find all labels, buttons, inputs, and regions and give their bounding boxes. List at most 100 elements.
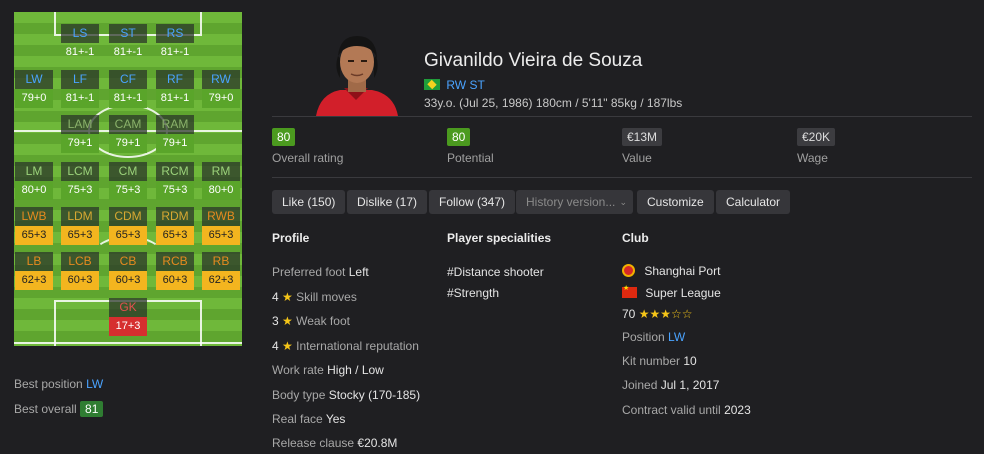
speciality-text: #Strength <box>447 286 500 300</box>
skill-moves-label: Skill moves <box>296 290 357 304</box>
position-rating: 81+-1 <box>61 89 99 108</box>
pitch-position-ldm[interactable]: LDM 65+3 <box>61 207 99 245</box>
pitch-position-rs[interactable]: RS 81+-1 <box>156 24 194 62</box>
pitch-position-rcm[interactable]: RCM 75+3 <box>156 162 194 200</box>
position-code: CF <box>109 70 147 89</box>
overall-rating-value: 80 <box>272 128 296 146</box>
pitch-position-rb[interactable]: RB 62+3 <box>202 252 240 290</box>
pitch-position-rwb[interactable]: RWB 65+3 <box>202 207 240 245</box>
club-kit-number-row: Kit number 10 <box>622 354 697 368</box>
profile-weak-foot: 3 ★ Weak foot <box>272 314 350 328</box>
speciality-item[interactable]: #Strength <box>447 286 499 300</box>
overall-rating-label: Overall rating <box>272 151 344 165</box>
weak-foot-label: Weak foot <box>296 314 350 328</box>
position-rating: 80+0 <box>15 181 53 200</box>
position-code: GK <box>109 298 147 317</box>
follow-button[interactable]: Follow (347) <box>429 190 516 214</box>
player-photo <box>310 28 402 116</box>
star-icon: ★ <box>282 290 293 304</box>
pitch-position-lb[interactable]: LB 62+3 <box>15 252 53 290</box>
position-code: LDM <box>61 207 99 226</box>
pitch-position-rdm[interactable]: RDM 65+3 <box>156 207 194 245</box>
position-rating: 65+3 <box>15 226 53 245</box>
club-rating-value: 70 <box>622 307 636 321</box>
position-code: LB <box>15 252 53 271</box>
best-position-label: Best position <box>14 377 83 391</box>
stat-wage: €20K Wage <box>797 128 836 165</box>
club-league-row[interactable]: Super League <box>622 284 721 300</box>
position-code: RCM <box>156 162 194 181</box>
profile-preferred-foot: Preferred foot Left <box>272 265 369 279</box>
speciality-text: #Distance shooter <box>447 265 544 279</box>
pitch-position-rw[interactable]: RW 79+0 <box>202 70 240 108</box>
position-code: LS <box>61 24 99 43</box>
pitch-position-cm[interactable]: CM 75+3 <box>109 162 147 200</box>
position-rating: 62+3 <box>202 271 240 290</box>
position-code: LF <box>61 70 99 89</box>
position-rating: 65+3 <box>202 226 240 245</box>
chevron-down-icon: ⌄ <box>619 197 627 207</box>
pitch-position-rm[interactable]: RM 80+0 <box>202 162 240 200</box>
pitch-position-rf[interactable]: RF 81+-1 <box>156 70 194 108</box>
wage-value: €20K <box>797 128 836 146</box>
position-rating: 79+0 <box>202 89 240 108</box>
star-outline-icon: ☆ <box>671 307 682 321</box>
stat-overall: 80 Overall rating <box>272 128 343 165</box>
pitch-position-lcm[interactable]: LCM 75+3 <box>61 162 99 200</box>
brazil-flag-icon <box>424 79 440 90</box>
profile-heading: Profile <box>272 231 310 245</box>
specialities-heading: Player specialities <box>447 231 552 245</box>
preferred-foot-label: Preferred foot <box>272 265 346 279</box>
position-rating: 65+3 <box>156 226 194 245</box>
club-heading: Club <box>622 231 649 245</box>
pitch-position-cdm[interactable]: CDM 65+3 <box>109 207 147 245</box>
like-button[interactable]: Like (150) <box>272 190 346 214</box>
position-rating: 65+3 <box>61 226 99 245</box>
position-rating: 17+3 <box>109 317 147 336</box>
position-rating: 75+3 <box>61 181 99 200</box>
dislike-button[interactable]: Dislike (17) <box>347 190 428 214</box>
pitch-position-cf[interactable]: CF 81+-1 <box>109 70 147 108</box>
star-filled-icon: ★ <box>649 307 661 321</box>
club-crest-icon <box>622 264 635 277</box>
pitch-position-st[interactable]: ST 81+-1 <box>109 24 147 62</box>
pitch-position-ram[interactable]: RAM 79+1 <box>156 115 194 153</box>
star-icon: ★ <box>282 314 293 328</box>
club-position-value[interactable]: LW <box>668 330 685 344</box>
joined-value: Jul 1, 2017 <box>660 378 720 392</box>
pitch-position-ls[interactable]: LS 81+-1 <box>61 24 99 62</box>
player-name: Givanildo Vieira de Souza <box>424 50 643 71</box>
history-version-select[interactable]: History version... ⌄ <box>516 190 633 214</box>
intl-rep-value: 4 <box>272 339 279 353</box>
pitch-position-lf[interactable]: LF 81+-1 <box>61 70 99 108</box>
pitch-position-gk[interactable]: GK 17+3 <box>109 298 147 336</box>
player-positions-text[interactable]: RW ST <box>446 78 484 92</box>
weak-foot-value: 3 <box>272 314 279 328</box>
best-position-value[interactable]: LW <box>86 377 103 391</box>
profile-body-type: Body type Stocky (170-185) <box>272 388 420 402</box>
customize-button[interactable]: Customize <box>637 190 714 214</box>
pitch-position-lcb[interactable]: LCB 60+3 <box>61 252 99 290</box>
speciality-item[interactable]: #Distance shooter <box>447 265 544 279</box>
pitch-position-lm[interactable]: LM 80+0 <box>15 162 53 200</box>
pitch-position-lam[interactable]: LAM 79+1 <box>61 115 99 153</box>
position-code: RM <box>202 162 240 181</box>
pitch-position-cam[interactable]: CAM 79+1 <box>109 115 147 153</box>
body-type-value: Stocky (170-185) <box>328 388 421 402</box>
pitch-position-rcb[interactable]: RCB 60+3 <box>156 252 194 290</box>
real-face-value: Yes <box>325 412 346 426</box>
work-rate-value: High / Low <box>327 363 384 377</box>
club-joined-row: Joined Jul 1, 2017 <box>622 378 719 392</box>
market-value: €13M <box>622 128 663 146</box>
pitch-position-cb[interactable]: CB 60+3 <box>109 252 147 290</box>
club-name-row[interactable]: Shanghai Port <box>622 264 720 278</box>
position-rating: 81+-1 <box>160 46 190 58</box>
pitch-position-lw[interactable]: LW 79+0 <box>15 70 53 108</box>
pitch-position-lwb[interactable]: LWB 65+3 <box>15 207 53 245</box>
position-rating: 60+3 <box>109 271 147 290</box>
position-code: ST <box>109 24 147 43</box>
calculator-button[interactable]: Calculator <box>716 190 791 214</box>
position-rating: 81+-1 <box>65 46 95 58</box>
position-rating: 79+1 <box>109 134 147 153</box>
position-code: RS <box>156 24 194 43</box>
